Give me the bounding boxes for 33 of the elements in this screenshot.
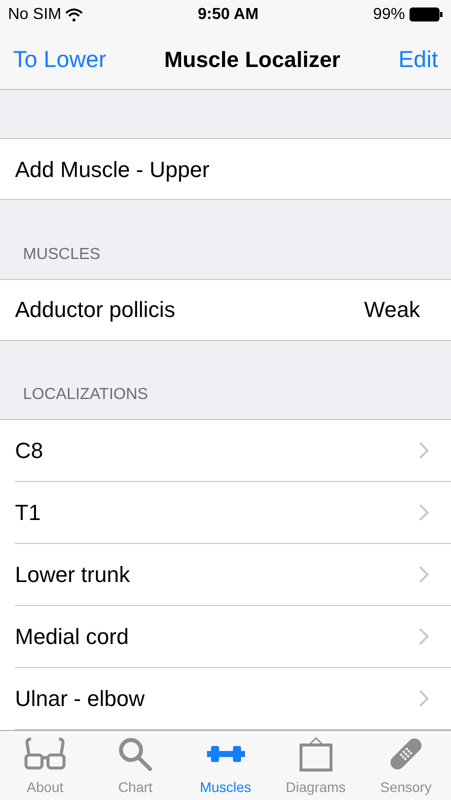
glasses-icon xyxy=(23,737,68,771)
localization-row[interactable]: C8 xyxy=(15,420,451,482)
section-header: LOCALIZATIONS xyxy=(23,385,148,406)
muscle-name: Adductor pollicis xyxy=(15,296,176,324)
chevron-icon xyxy=(419,504,429,522)
back-button[interactable]: To Lower xyxy=(13,42,106,76)
localization-label: T1 xyxy=(15,499,41,528)
edit-button[interactable]: Edit xyxy=(398,42,438,76)
localization-row[interactable]: Medial cord xyxy=(15,606,451,668)
dumbbell-icon xyxy=(206,744,244,764)
chevron-icon xyxy=(419,690,429,708)
section-header: MUSCLES xyxy=(23,244,100,265)
chevron-icon xyxy=(419,628,429,646)
localization-label: Ulnar - elbow xyxy=(15,685,145,714)
localization-row[interactable]: Lower trunk xyxy=(15,544,451,606)
battery-icon xyxy=(408,7,443,22)
nav-title: Muscle Localizer xyxy=(164,46,340,74)
localization-label: Medial cord xyxy=(15,623,129,652)
battery-percent: 99% xyxy=(372,4,405,25)
chevron-icon xyxy=(419,442,429,460)
chevron-icon xyxy=(419,566,429,584)
status-time: 9:50 AM xyxy=(198,4,259,25)
add-muscle-row[interactable]: Add Muscle - Upper xyxy=(0,138,451,200)
search-icon xyxy=(117,736,154,772)
carrier-label: No SIM xyxy=(8,4,62,25)
wifi-icon xyxy=(65,8,84,22)
muscle-strength: Weak xyxy=(364,296,420,324)
localization-row[interactable]: T1 xyxy=(15,482,451,544)
localization-label: C8 xyxy=(15,437,44,466)
localization-label: Lower trunk xyxy=(15,561,130,590)
tab-button[interactable]: Muscles xyxy=(180,731,271,800)
picture-frame-icon xyxy=(298,736,334,772)
muscle-row[interactable]: Adductor pollicis Weak xyxy=(0,280,451,340)
